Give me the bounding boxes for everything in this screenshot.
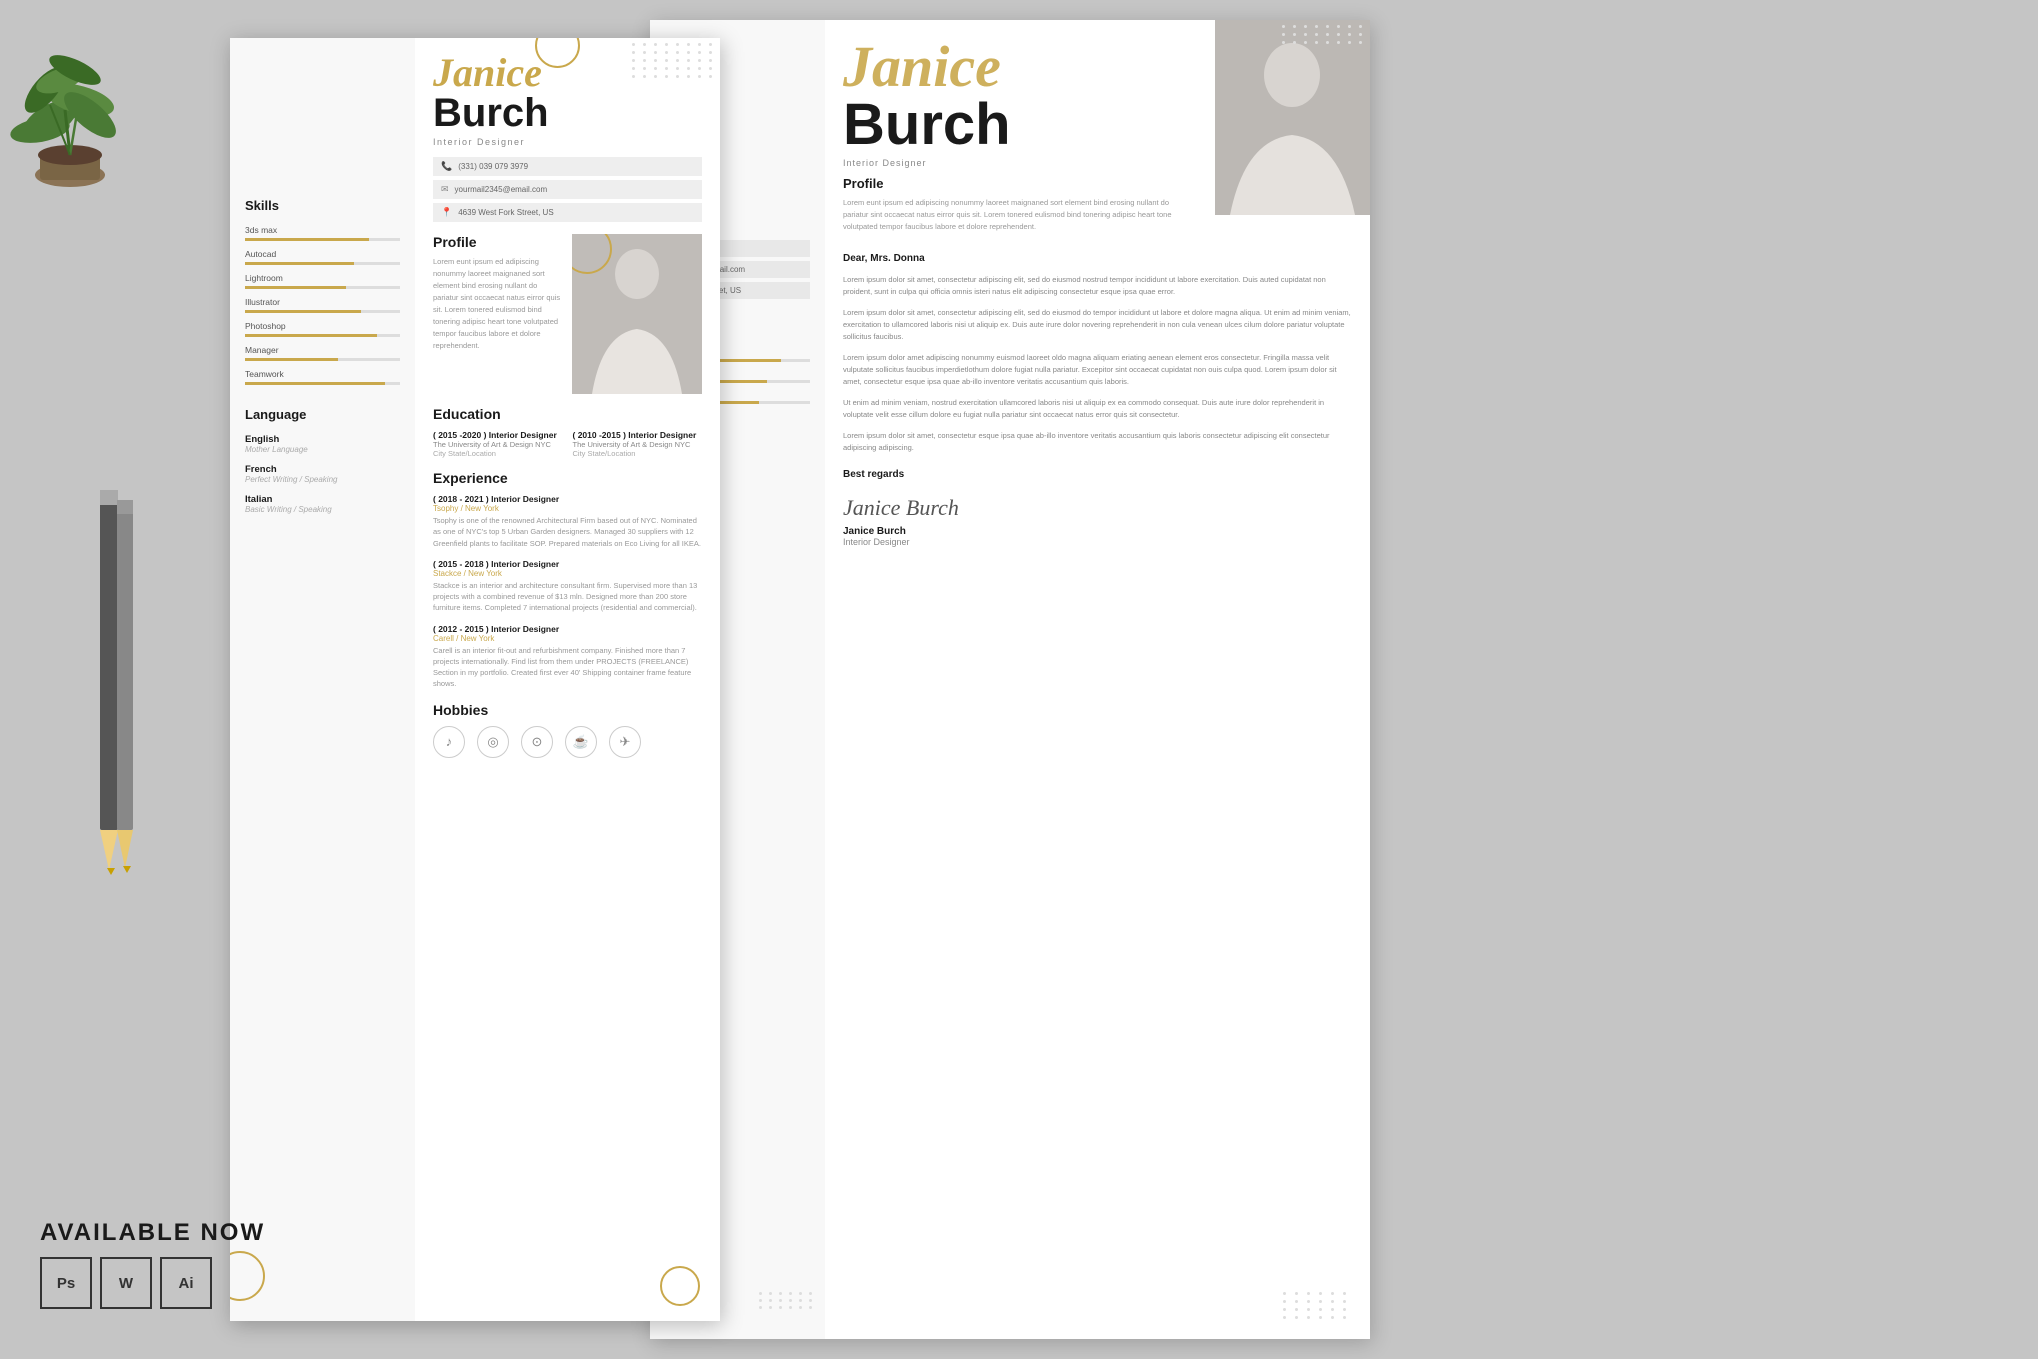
resume2-dots-bottom [759,1292,815,1309]
contact-phone: 📞 (331) 039 079 3979 [433,157,702,176]
hobby-bike: ⊙ [521,726,553,758]
letter-para-5: Lorem ipsum dolor sit amet, consectetur … [843,430,1352,454]
experience-title: Experience [433,470,702,486]
resume-card-2: 📞079 3979 ✉2345@email.com 📍Fork Street, … [650,20,1370,1339]
skill-item-3: Lightroom [245,273,400,289]
profile-text: Lorem eunt ipsum ed adipiscing nonummy l… [433,256,562,352]
experience-section: Experience ( 2018 - 2021 ) Interior Desi… [433,470,702,690]
resume-left-sidebar: Skills 3ds max Autocad Lightroom Illustr… [230,38,415,1321]
dots-decoration-tr [632,43,715,78]
profile-title: Profile [433,234,562,250]
letter-para-3: Lorem ipsum dolor amet adipiscing nonumm… [843,352,1352,388]
skill-item-7: Teamwork [245,369,400,385]
badge-ps: Ps [40,1257,92,1309]
available-now-section: AVAILABLE NOW Ps W Ai [40,1219,265,1309]
hobbies-title: Hobbies [433,702,702,718]
exp-item-3: ( 2012 - 2015 ) Interior Designer Carell… [433,624,702,690]
contact-address: 📍 4639 West Fork Street, US [433,203,702,222]
plant-decoration [0,0,210,210]
resume2-photo [1215,20,1370,215]
education-section: Education ( 2015 -2020 ) Interior Design… [433,406,702,458]
language-title: Language [245,407,400,422]
hobby-music: ♪ [433,726,465,758]
resume-card-1: Skills 3ds max Autocad Lightroom Illustr… [230,38,720,1321]
letter-dots-br [1283,1292,1350,1319]
job-title: Interior Designer [433,137,702,147]
skill-item-6: Manager [245,345,400,361]
resume2-dots-tr [1282,25,1365,44]
hobby-coffee: ☕ [565,726,597,758]
skill-item-1: 3ds max [245,225,400,241]
hobby-travel: ✈ [609,726,641,758]
last-name: Burch [433,93,702,133]
skills-title: Skills [245,198,400,213]
skill-item-5: Photoshop [245,321,400,337]
skill-name-4: Illustrator [245,297,400,307]
profile-photo [572,234,702,394]
skill-name-2: Autocad [245,249,400,259]
skill-item-4: Illustrator [245,297,400,313]
available-now-title: AVAILABLE NOW [40,1219,265,1247]
resume-right-content: Janice Burch Interior Designer 📞 (331) 0… [415,38,720,1321]
skill-name-1: 3ds max [245,225,400,235]
edu-item-2: ( 2010 -2015 ) Interior Designer The Uni… [573,430,703,458]
lang-french: French Perfect Writing / Speaking [245,464,400,484]
profile-area: Profile Lorem eunt ipsum ed adipiscing n… [433,234,702,394]
skill-name-3: Lightroom [245,273,400,283]
letter-para-4: Ut enim ad minim veniam, nostrud exercit… [843,397,1352,421]
letter-content-area: Dear, Mrs. Donna Lorem ipsum dolor sit a… [843,253,1352,547]
badge-ai: Ai [160,1257,212,1309]
letter-signer-title: Interior Designer [843,537,1352,547]
lang-english: English Mother Language [245,434,400,454]
language-section: Language English Mother Language French … [245,407,400,514]
hobby-photo: ◎ [477,726,509,758]
education-title: Education [433,406,702,422]
skill-name-5: Photoshop [245,321,400,331]
software-badges: Ps W Ai [40,1257,265,1309]
badge-w: W [100,1257,152,1309]
skill-item-2: Autocad [245,249,400,265]
skill-name-6: Manager [245,345,400,355]
contact-section: 📞 (331) 039 079 3979 ✉ yourmail2345@emai… [433,157,702,222]
exp-item-2: ( 2015 - 2018 ) Interior Designer Stackc… [433,559,702,614]
letter-para-2: Lorem ipsum dolor sit amet, consectetur … [843,307,1352,343]
contact-email: ✉ yourmail2345@email.com [433,180,702,199]
hobbies-section: Hobbies ♪ ◎ ⊙ ☕ ✈ [433,702,702,758]
skill-name-7: Teamwork [245,369,400,379]
letter-para-1: Lorem ipsum dolor sit amet, consectetur … [843,274,1352,298]
letter-signature: Janice Burch [843,495,1352,521]
exp-item-1: ( 2018 - 2021 ) Interior Designer Tsophy… [433,494,702,549]
letter-greeting: Dear, Mrs. Donna [843,253,1352,264]
lang-italian: Italian Basic Writing / Speaking [245,494,400,514]
edu-item-1: ( 2015 -2020 ) Interior Designer The Uni… [433,430,563,458]
pencils-decoration [55,480,175,900]
letter-closing: Best regards [843,469,1352,480]
skills-section: Skills 3ds max Autocad Lightroom Illustr… [245,198,400,385]
letter-signer-name: Janice Burch [843,526,1352,537]
resume2-right: Janice Burch Interior Designer Profile L… [825,20,1370,1339]
deco-circle-br [660,1266,700,1306]
